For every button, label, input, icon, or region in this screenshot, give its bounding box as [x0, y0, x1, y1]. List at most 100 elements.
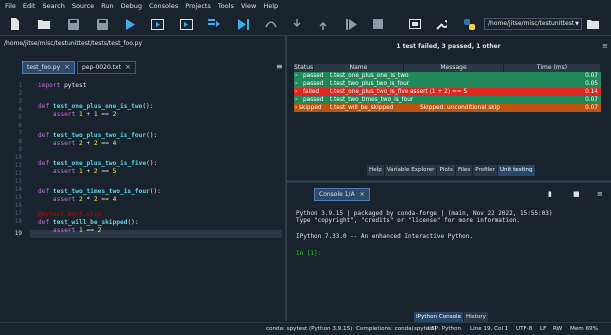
hamburger-menu-icon[interactable]: ≡ — [276, 62, 283, 71]
close-icon[interactable]: × — [125, 61, 131, 74]
step-icon[interactable] — [264, 17, 278, 31]
tab-unit-testing[interactable]: Unit testing — [497, 165, 536, 176]
code-number: 4 — [112, 140, 117, 147]
code-line: assert 2 + 2 == 4 — [38, 140, 116, 147]
python-path-icon[interactable] — [462, 17, 476, 31]
test-name: t.test_two_plus_two_is_four — [330, 81, 410, 87]
column-header-time[interactable]: Time (ms) — [504, 64, 601, 72]
console-tab-label: Console 1/A — [319, 191, 355, 198]
new-file-icon[interactable] — [8, 17, 22, 31]
column-header-name[interactable]: Name — [314, 64, 404, 72]
tab-profiler[interactable]: Profiler — [473, 165, 498, 176]
code-keyword: def — [38, 219, 50, 226]
code-text: (): — [127, 219, 139, 226]
test-time: 0.05 — [585, 81, 598, 87]
menu-source[interactable]: Source — [72, 2, 94, 10]
test-time: 0.07 — [585, 73, 598, 79]
ipython-console-pane: Console 1/A × ▮ ■ ≡ Python 3.9.15 | pack… — [290, 186, 611, 321]
expand-icon[interactable]: › — [295, 96, 297, 104]
expand-icon[interactable]: › — [295, 72, 297, 80]
table-row[interactable]: › passed t.test_two_times_two_is_four 0.… — [294, 96, 601, 104]
step-into-icon[interactable] — [290, 17, 304, 31]
status-lsp[interactable]: LSP: Python — [428, 326, 461, 332]
stop-debug-icon[interactable] — [371, 17, 385, 31]
test-time: 0.14 — [585, 89, 598, 95]
line-number: 14 — [14, 186, 22, 193]
working-directory-value: /home/jitse/misc/testunittest — [488, 20, 575, 27]
menu-search[interactable]: Search — [42, 2, 64, 10]
test-name: t.test_one_plus_two_is_five — [330, 89, 409, 95]
menu-file[interactable]: File — [5, 2, 16, 10]
pane-options-icon[interactable]: ≡ — [602, 42, 608, 50]
column-header-status[interactable]: Status — [294, 64, 314, 72]
console-output: Type "copyright", "credits" or "license"… — [296, 217, 520, 224]
menu-tools[interactable]: Tools — [218, 2, 234, 10]
status-env[interactable]: conda: spytest (Python 3.9.15) — [266, 326, 352, 332]
code-number: 4 — [112, 196, 117, 203]
tab-help[interactable]: Help — [367, 165, 385, 176]
maximize-pane-icon[interactable] — [408, 17, 422, 31]
code-text: == — [97, 111, 113, 118]
menu-view[interactable]: View — [241, 2, 256, 10]
save-icon[interactable] — [66, 17, 80, 31]
run-selection-icon[interactable] — [207, 17, 221, 31]
main-toolbar: /home/jitse/misc/testunittest ▼ — [0, 12, 611, 36]
code-keyword: assert — [52, 227, 76, 234]
continue-icon[interactable] — [344, 17, 358, 31]
code-line: import pytest — [38, 82, 86, 89]
step-return-icon[interactable] — [316, 17, 330, 31]
open-folder-icon[interactable] — [37, 17, 51, 31]
menu-help[interactable]: Help — [263, 2, 278, 10]
close-icon[interactable]: × — [360, 189, 365, 200]
tab-pep-0020[interactable]: pep-0020.txt × — [77, 61, 136, 74]
code-text: + — [82, 111, 94, 118]
tab-test-foo[interactable]: test_foo.py × — [22, 61, 76, 74]
console-prompt[interactable]: In [1]: — [296, 250, 321, 257]
code-line: def test_two_plus_two_is_four(): — [38, 132, 157, 139]
tab-variable-explorer[interactable]: Variable Explorer — [384, 165, 438, 176]
menu-projects[interactable]: Projects — [185, 2, 211, 10]
run-icon[interactable] — [123, 17, 137, 31]
menu-debug[interactable]: Debug — [121, 2, 142, 10]
close-icon[interactable]: × — [64, 61, 70, 74]
line-number: 8 — [18, 138, 22, 145]
code-line: assert 1 == 2 — [38, 227, 101, 234]
working-directory-input[interactable]: /home/jitse/misc/testunittest ▼ — [484, 18, 582, 30]
save-all-icon[interactable] — [95, 17, 109, 31]
status-position: Line 19, Col 1 — [470, 326, 509, 332]
expand-icon[interactable]: › — [295, 80, 297, 88]
code-editor[interactable]: 1 2 3 4 5 6 7 8 9 10 11 12 13 14 15 16 1… — [0, 76, 282, 316]
table-row[interactable]: › passed t.test_one_plus_one_is_two 0.07 — [294, 72, 601, 80]
run-cell-advance-icon[interactable] — [179, 17, 193, 31]
stop-kernel-icon[interactable]: ■ — [573, 190, 581, 198]
pane-splitter[interactable] — [285, 36, 287, 321]
pane-options-icon[interactable]: ≡ — [597, 190, 605, 198]
tab-ipython-console[interactable]: IPython Console — [414, 312, 465, 322]
run-cell-icon[interactable] — [150, 17, 164, 31]
status-completions[interactable]: Completions: conda(spytest) — [356, 326, 437, 332]
browse-folder-icon[interactable] — [586, 17, 600, 31]
tab-plots[interactable]: Plots — [437, 165, 456, 176]
preferences-icon[interactable] — [434, 17, 448, 31]
table-row[interactable]: › skipped t.test_will_be_skipped Skipped… — [294, 104, 601, 112]
tab-history[interactable]: History — [464, 312, 489, 322]
code-number: 5 — [112, 168, 117, 175]
tab-console-1a[interactable]: Console 1/A × — [314, 188, 370, 201]
column-header-message[interactable]: Message — [404, 64, 504, 72]
debug-icon[interactable] — [236, 17, 250, 31]
line-number: 18 — [14, 218, 22, 225]
code-keyword: def — [38, 188, 50, 195]
chevron-down-icon[interactable]: ▼ — [575, 19, 579, 29]
expand-icon[interactable]: › — [295, 88, 297, 96]
tab-files[interactable]: Files — [455, 165, 474, 176]
menu-edit[interactable]: Edit — [23, 2, 36, 10]
table-row[interactable]: › failed t.test_one_plus_two_is_five ass… — [294, 88, 601, 96]
pane-splitter-horizontal[interactable] — [287, 180, 611, 183]
menu-consoles[interactable]: Consoles — [149, 2, 178, 10]
expand-icon[interactable]: › — [295, 104, 297, 112]
code-line: assert 1 + 1 == 2 — [38, 111, 116, 118]
table-row[interactable]: › passed t.test_two_plus_two_is_four 0.0… — [294, 80, 601, 88]
menu-run[interactable]: Run — [101, 2, 113, 10]
test-status: passed — [303, 81, 324, 87]
clipboard-icon[interactable]: ▮ — [548, 190, 556, 198]
